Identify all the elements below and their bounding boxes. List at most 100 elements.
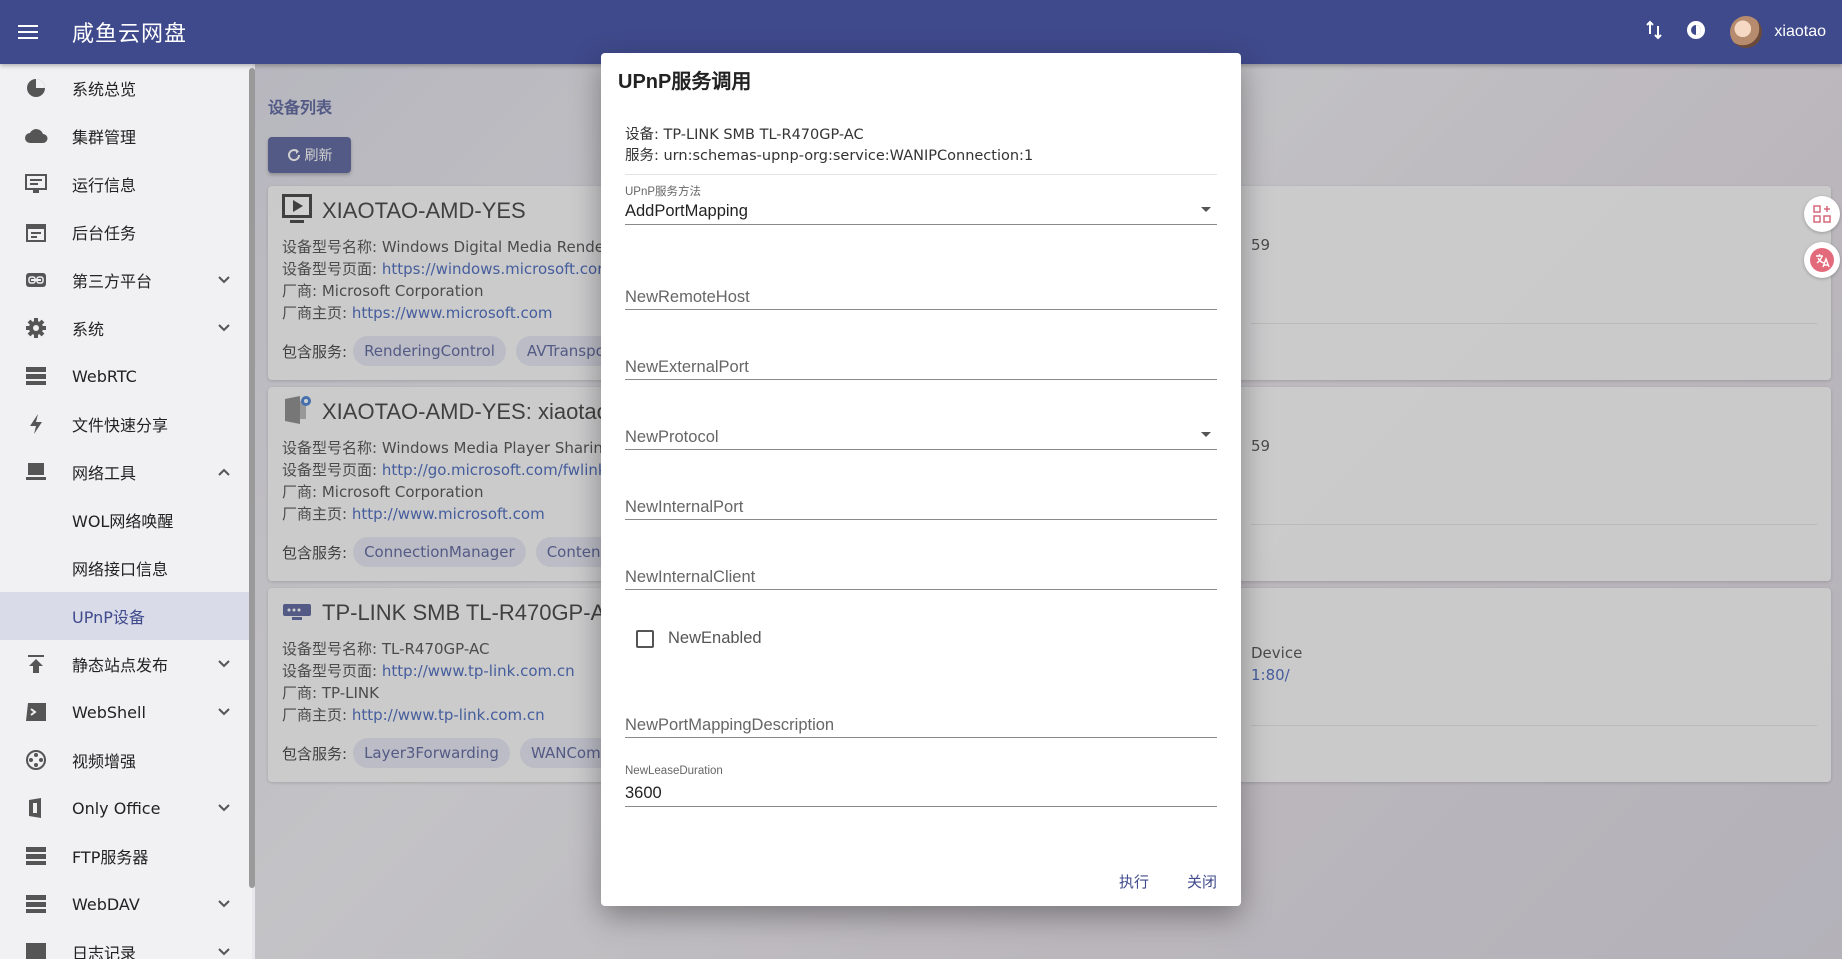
sidebar-item-ftp[interactable]: FTP服务器 — [0, 832, 252, 880]
remote-host-input[interactable]: NewRemoteHost — [625, 270, 1217, 310]
cloud-icon — [0, 128, 72, 144]
sidebar-item-cluster[interactable]: 集群管理 — [0, 112, 252, 160]
sidebar-item-label: UPnP设备 — [72, 608, 145, 627]
chevron-down-icon — [196, 660, 252, 668]
chevron-down-icon — [196, 948, 252, 956]
enabled-label: NewEnabled — [668, 629, 762, 647]
sidebar-item-system[interactable]: 系统 — [0, 304, 252, 352]
close-button[interactable]: 关闭 — [1187, 871, 1217, 892]
device-line: 设备: TP-LINK SMB TL-R470GP-AC — [625, 127, 864, 143]
sidebar-item-overview[interactable]: 系统总览 — [0, 64, 252, 112]
server-icon — [0, 366, 72, 386]
sidebar-item-label: Only Office — [72, 798, 161, 818]
menu-button[interactable] — [0, 0, 56, 64]
user-menu[interactable]: xiaotao — [1730, 16, 1826, 48]
lease-duration-input[interactable]: NewLeaseDuration 3600 — [625, 765, 1217, 807]
sidebar-item-label: 第三方平台 — [72, 272, 153, 291]
calendar-icon — [0, 222, 72, 242]
enabled-checkbox[interactable] — [636, 629, 654, 648]
internal-client-input[interactable]: NewInternalClient — [625, 550, 1217, 590]
sidebar-item-label: 文件快速分享 — [72, 416, 169, 435]
server-icon — [0, 894, 72, 914]
sidebar-item-label: 网络工具 — [72, 464, 137, 483]
sidebar-item-wol[interactable]: WOL网络唤醒 — [0, 496, 252, 544]
menu-icon — [18, 25, 38, 39]
service-line: 服务: urn:schemas-upnp-org:service:WANIPCo… — [625, 148, 1034, 164]
theme-toggle-button[interactable] — [1684, 18, 1708, 47]
user-name: xiaotao — [1774, 23, 1826, 40]
apps-add-icon — [1813, 205, 1831, 223]
transfer-button[interactable] — [1646, 20, 1663, 45]
description-input[interactable]: NewPortMappingDescription — [625, 698, 1217, 738]
sidebar-item-webdav[interactable]: WebDAV — [0, 880, 252, 928]
sidebar-item-runtime[interactable]: 运行信息 — [0, 160, 252, 208]
film-icon — [0, 749, 72, 771]
dialog-title: UPnP服务调用 — [618, 71, 752, 93]
sidebar-item-only-office[interactable]: Only Office — [0, 784, 252, 832]
app-title: 咸鱼云网盘 — [72, 22, 188, 47]
execute-button[interactable]: 执行 — [1119, 871, 1149, 892]
method-label: UPnP服务方法 — [625, 186, 702, 198]
sidebar-item-label: 运行信息 — [72, 176, 137, 195]
protocol-select[interactable]: NewProtocol — [625, 410, 1217, 450]
sidebar-item-quick-share[interactable]: 文件快速分享 — [0, 400, 252, 448]
sidebar-item-third-party[interactable]: 第三方平台 — [0, 256, 252, 304]
terminal-icon — [0, 702, 72, 722]
bolt-icon — [0, 413, 72, 435]
sidebar-item-tasks[interactable]: 后台任务 — [0, 208, 252, 256]
sidebar-item-webshell[interactable]: WebShell — [0, 688, 252, 736]
chevron-down-icon — [196, 900, 252, 908]
sidebar-item-network-tools[interactable]: 网络工具 — [0, 448, 252, 496]
sidebar-item-label: 日志记录 — [72, 944, 137, 959]
external-port-input[interactable]: NewExternalPort — [625, 340, 1217, 380]
lease-duration-label: NewLeaseDuration — [625, 765, 723, 777]
office-icon — [0, 797, 72, 819]
monitor-icon — [0, 174, 72, 194]
enabled-checkbox-row[interactable]: NewEnabled — [636, 629, 762, 648]
dialog-actions: 执行 关闭 — [1119, 871, 1217, 892]
sidebar-item-label: WebShell — [72, 702, 146, 722]
sidebar-item-webrtc[interactable]: WebRTC — [0, 352, 252, 400]
dropdown-caret-icon — [1201, 432, 1211, 437]
sidebar-item-label: 系统 — [72, 320, 105, 339]
sidebar-item-label: WebDAV — [72, 894, 140, 914]
translate-float-button[interactable] — [1804, 242, 1840, 278]
chevron-down-icon — [196, 804, 252, 812]
upnp-service-dialog: UPnP服务调用 设备: TP-LINK SMB TL-R470GP-AC 服务… — [601, 53, 1241, 906]
theme-icon — [1687, 20, 1706, 39]
gear-icon — [0, 317, 72, 339]
sidebar: 系统总览 集群管理 运行信息 后台任务 第三方平台 系统 WebRTC 文件快速… — [0, 64, 252, 959]
internal-port-input[interactable]: NewInternalPort — [625, 480, 1217, 520]
lease-duration-value: 3600 — [625, 784, 662, 802]
chevron-down-icon — [196, 708, 252, 716]
chevron-down-icon — [196, 324, 252, 332]
sidebar-item-label: 视频增强 — [72, 752, 137, 771]
sidebar-item-label: 集群管理 — [72, 128, 137, 147]
log-icon — [0, 942, 72, 959]
apps-float-button[interactable] — [1804, 196, 1840, 232]
sidebar-item-logs[interactable]: 日志记录 — [0, 928, 252, 959]
upload-icon — [0, 654, 72, 674]
sidebar-item-label: 后台任务 — [72, 224, 137, 243]
sidebar-item-static-site[interactable]: 静态站点发布 — [0, 640, 252, 688]
sidebar-scrollbar[interactable] — [249, 68, 255, 888]
sidebar-item-interfaces[interactable]: 网络接口信息 — [0, 544, 252, 592]
method-select[interactable]: UPnP服务方法 AddPortMapping — [625, 185, 1217, 225]
link-icon — [0, 272, 72, 288]
dropdown-caret-icon — [1201, 207, 1211, 212]
server-icon — [0, 846, 72, 866]
sidebar-item-video-enhance[interactable]: 视频增强 — [0, 736, 252, 784]
network-icon — [0, 462, 72, 482]
sidebar-item-label: 系统总览 — [72, 80, 137, 99]
avatar — [1730, 16, 1763, 48]
sidebar-item-label: WebRTC — [72, 366, 137, 386]
chevron-down-icon — [196, 276, 252, 284]
pie-chart-icon — [0, 77, 72, 99]
divider — [625, 174, 1217, 175]
method-value: AddPortMapping — [625, 202, 748, 220]
translate-icon — [1810, 248, 1834, 272]
dialog-meta: 设备: TP-LINK SMB TL-R470GP-AC 服务: urn:sch… — [625, 125, 1033, 167]
sidebar-item-label: WOL网络唤醒 — [72, 512, 174, 531]
transfer-icon — [1646, 20, 1663, 39]
sidebar-item-upnp[interactable]: UPnP设备 — [0, 592, 252, 640]
